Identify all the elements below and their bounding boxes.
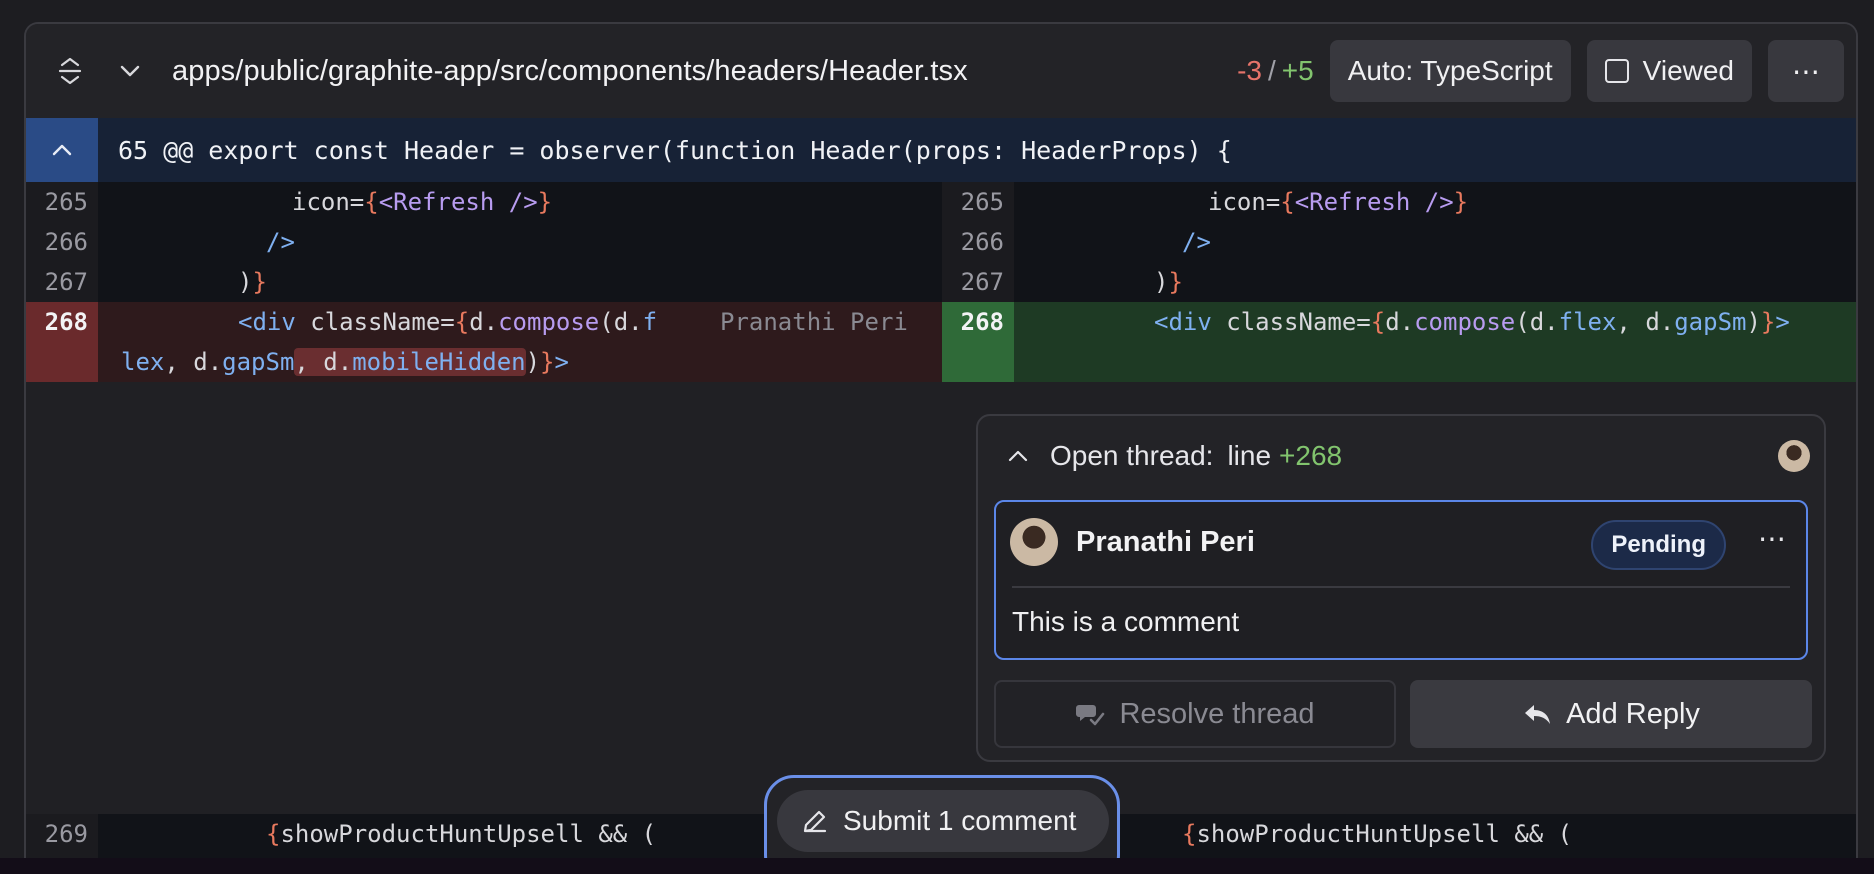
line-number[interactable]: 269 bbox=[26, 814, 98, 854]
code-line: <div className={d.compose(d.flex, d.gapS… bbox=[1154, 308, 1790, 336]
thread-line-ref: +268 bbox=[1279, 440, 1343, 471]
viewed-label: Viewed bbox=[1642, 55, 1734, 86]
line-number[interactable]: 267 bbox=[942, 262, 1014, 302]
submit-comments-button[interactable]: Submit 1 comment bbox=[777, 790, 1109, 852]
more-options-button[interactable]: ⋯ bbox=[1768, 40, 1844, 102]
code-line-wrap: lex, d.gapSm, d.mobileHidden)}> bbox=[121, 348, 569, 376]
code-line: {showProductHuntUpsell && ( bbox=[266, 820, 657, 848]
code-line: <div className={d.compose(d.f bbox=[238, 308, 658, 336]
chevron-up-icon bbox=[1008, 450, 1028, 462]
comment-thread-panel: Open thread: line +268 Pranathi Peri Pen… bbox=[976, 414, 1826, 762]
line-number-added[interactable]: 268 bbox=[942, 302, 1014, 382]
chevron-down-icon[interactable] bbox=[100, 41, 160, 101]
code-line: icon={<Refresh />} bbox=[292, 188, 553, 216]
line-number[interactable]: 266 bbox=[942, 222, 1014, 262]
expand-collapse-all-icon[interactable] bbox=[40, 41, 100, 101]
file-header: apps/public/graphite-app/src/components/… bbox=[26, 24, 1856, 118]
bottom-edge bbox=[0, 858, 1874, 874]
thread-line-label: line bbox=[1227, 440, 1272, 471]
code-line: /> bbox=[266, 228, 295, 256]
thread-title: Open thread: bbox=[1050, 440, 1214, 471]
status-badge: Pending bbox=[1591, 520, 1726, 570]
diff-file-card: apps/public/graphite-app/src/components/… bbox=[24, 22, 1858, 874]
file-path[interactable]: apps/public/graphite-app/src/components/… bbox=[172, 55, 968, 88]
submit-label: Submit 1 comment bbox=[843, 805, 1077, 836]
line-number[interactable]: 265 bbox=[26, 182, 98, 222]
participant-avatar bbox=[1778, 440, 1810, 472]
resolve-thread-button[interactable]: Resolve thread bbox=[994, 680, 1396, 748]
add-reply-button[interactable]: Add Reply bbox=[1410, 680, 1812, 748]
comment-body: This is a comment bbox=[1012, 606, 1240, 637]
author-avatar bbox=[1010, 518, 1058, 566]
reply-icon bbox=[1525, 705, 1551, 724]
line-number[interactable]: 267 bbox=[26, 262, 98, 302]
code-line: )} bbox=[1154, 268, 1183, 296]
blame-annotation: Pranathi Peri bbox=[720, 308, 908, 336]
pencil-icon bbox=[803, 810, 827, 833]
comment-more-button[interactable]: ⋯ bbox=[1758, 522, 1786, 555]
viewed-checkbox[interactable] bbox=[1604, 59, 1629, 83]
code-line: /> bbox=[1182, 228, 1211, 256]
line-number[interactable]: 266 bbox=[26, 222, 98, 262]
resolve-chat-icon bbox=[1076, 705, 1105, 726]
resolve-label: Resolve thread bbox=[1119, 697, 1315, 730]
expand-up-button[interactable] bbox=[26, 118, 98, 182]
thread-header[interactable]: Open thread: line +268 bbox=[1008, 440, 1342, 472]
code-line: )} bbox=[238, 268, 267, 296]
viewed-toggle[interactable]: Viewed bbox=[1586, 40, 1752, 102]
reply-label: Add Reply bbox=[1566, 697, 1700, 730]
comment-card: Pranathi Peri Pending ⋯ This is a commen… bbox=[994, 500, 1808, 660]
hunk-header-text: 65 @@ export const Header = observer(fun… bbox=[118, 135, 1232, 165]
language-select-button[interactable]: Auto: TypeScript bbox=[1329, 40, 1571, 102]
diff-stats: -3 / +5 bbox=[1237, 55, 1314, 86]
deletion-count: -3 bbox=[1237, 55, 1263, 86]
code-line: icon={<Refresh />} bbox=[1208, 188, 1469, 216]
code-line: {showProductHuntUpsell && ( bbox=[1182, 820, 1573, 848]
line-number[interactable]: 265 bbox=[942, 182, 1014, 222]
divider bbox=[1012, 586, 1790, 588]
hunk-header: 65 @@ export const Header = observer(fun… bbox=[26, 118, 1856, 182]
addition-count: +5 bbox=[1281, 55, 1314, 86]
comment-author: Pranathi Peri bbox=[1076, 526, 1255, 558]
line-number-removed[interactable]: 268 bbox=[26, 302, 98, 382]
chevron-up-icon bbox=[52, 144, 72, 156]
